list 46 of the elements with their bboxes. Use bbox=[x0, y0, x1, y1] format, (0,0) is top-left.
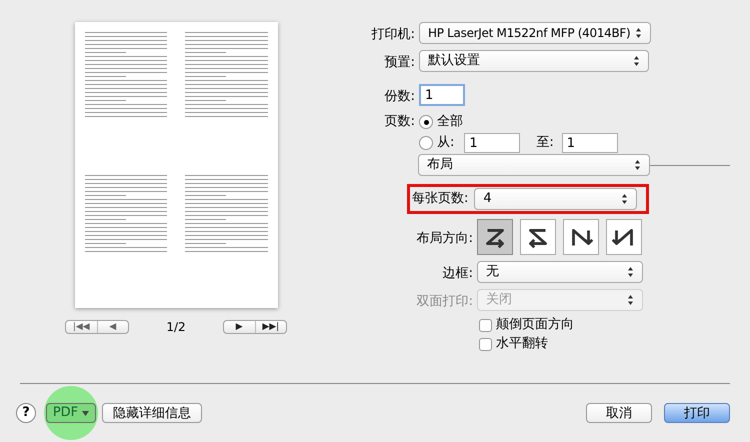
next-page-button[interactable]: ▶ bbox=[224, 321, 256, 333]
preset-popup[interactable]: 默认设置 bbox=[419, 50, 649, 72]
stepper-arrows-icon bbox=[621, 193, 628, 205]
checkbox[interactable] bbox=[479, 338, 492, 350]
stepper-arrows-icon bbox=[627, 266, 634, 278]
checkbox-label: 水平翻转 bbox=[496, 335, 548, 354]
section-popup[interactable]: 布局 bbox=[418, 154, 650, 176]
last-page-button[interactable]: ▶▶| bbox=[256, 321, 286, 333]
stepper-arrows-icon bbox=[635, 27, 642, 39]
radio-button[interactable] bbox=[419, 115, 433, 129]
radio-label: 全部 bbox=[437, 113, 463, 132]
caret-icon bbox=[82, 410, 90, 416]
pdf-menu-button[interactable]: PDF bbox=[46, 403, 96, 423]
stepper-arrows-icon bbox=[627, 294, 634, 306]
layout-direction-button[interactable] bbox=[477, 219, 513, 255]
pages-per-sheet-popup[interactable]: 4 bbox=[474, 188, 638, 210]
field-label: 份数: bbox=[384, 89, 415, 104]
stepper-arrows-icon bbox=[633, 55, 640, 67]
checkbox[interactable] bbox=[479, 318, 492, 332]
field-label: 边框: bbox=[442, 266, 473, 281]
to-page-field[interactable]: 1 bbox=[562, 133, 618, 153]
field-label: 双面打印: bbox=[416, 294, 473, 309]
radio-button[interactable] bbox=[419, 136, 433, 150]
printer-popup[interactable]: HP LaserJet M1522nf MFP (4014BF) bbox=[419, 22, 651, 44]
field-label: 每张页数: bbox=[412, 190, 468, 208]
field-label: 预置: bbox=[384, 55, 415, 70]
stepper-arrows-icon bbox=[634, 159, 641, 171]
print-button[interactable]: 打印 bbox=[664, 403, 730, 423]
help-button[interactable]: ? bbox=[16, 403, 36, 423]
from-page-field[interactable]: 1 bbox=[464, 133, 520, 153]
copies-field[interactable]: 1 bbox=[419, 84, 465, 106]
to-label: 至: bbox=[536, 134, 554, 152]
radio-label: 从: bbox=[437, 134, 454, 152]
field-label: 页数: bbox=[384, 113, 415, 132]
layout-direction-button[interactable] bbox=[606, 219, 642, 255]
layout-direction-button[interactable] bbox=[520, 219, 556, 255]
layout-direction-button[interactable] bbox=[563, 219, 599, 255]
cancel-button[interactable]: 取消 bbox=[586, 403, 652, 423]
border-popup[interactable]: 无 bbox=[477, 261, 643, 283]
field-label: 打印机: bbox=[372, 27, 415, 42]
first-page-button[interactable]: |◀◀ bbox=[66, 321, 98, 333]
page-indicator: 1/2 bbox=[165, 319, 187, 336]
checkbox-label: 颠倒页面方向 bbox=[496, 316, 574, 334]
previous-page-button[interactable]: ◀ bbox=[98, 321, 128, 333]
hide-details-button[interactable]: 隐藏详细信息 bbox=[102, 403, 202, 423]
field-label: 布局方向: bbox=[416, 231, 473, 246]
